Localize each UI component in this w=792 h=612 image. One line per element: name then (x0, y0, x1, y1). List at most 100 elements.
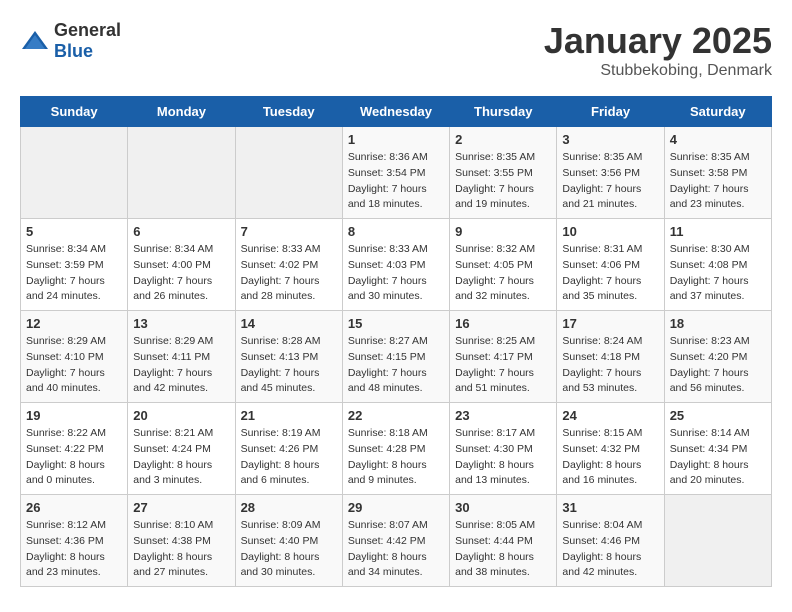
calendar-body: 1 Sunrise: 8:36 AM Sunset: 3:54 PM Daylig… (21, 127, 772, 587)
logo-general-text: General (54, 20, 121, 40)
day-info: Sunrise: 8:35 AM Sunset: 3:56 PM Dayligh… (562, 150, 658, 213)
calendar-cell: 19Sunrise: 8:22 AM Sunset: 4:22 PM Dayli… (21, 403, 128, 495)
day-info: Sunrise: 8:14 AM Sunset: 4:34 PM Dayligh… (670, 426, 766, 489)
day-info: Sunrise: 8:18 AM Sunset: 4:28 PM Dayligh… (348, 426, 444, 489)
calendar-cell: 26Sunrise: 8:12 AM Sunset: 4:36 PM Dayli… (21, 495, 128, 587)
day-info: Sunrise: 8:21 AM Sunset: 4:24 PM Dayligh… (133, 426, 229, 489)
day-info: Sunrise: 8:23 AM Sunset: 4:20 PM Dayligh… (670, 334, 766, 397)
week-row-3: 12 Sunrise: 8:29 AM Sunset: 4:10 PM Dayli… (21, 311, 772, 403)
title-block: January 2025 Stubbekobing, Denmark (544, 20, 772, 80)
day-number: 3 (562, 132, 658, 147)
day-of-week-friday: Friday (557, 97, 664, 127)
calendar-cell: 17 Sunrise: 8:24 AM Sunset: 4:18 PM Dayli… (557, 311, 664, 403)
calendar-cell: 31Sunrise: 8:04 AM Sunset: 4:46 PM Dayli… (557, 495, 664, 587)
calendar-cell: 25 Sunrise: 8:14 AM Sunset: 4:34 PM Dayli… (664, 403, 771, 495)
day-info: Sunrise: 8:31 AM Sunset: 4:06 PM Dayligh… (562, 242, 658, 305)
day-info: Sunrise: 8:35 AM Sunset: 3:55 PM Dayligh… (455, 150, 551, 213)
day-info: Sunrise: 8:29 AM Sunset: 4:11 PM Dayligh… (133, 334, 229, 397)
day-info: Sunrise: 8:09 AM Sunset: 4:40 PM Dayligh… (241, 518, 337, 581)
day-number: 18 (670, 316, 766, 331)
day-number: 15 (348, 316, 444, 331)
calendar-cell (235, 127, 342, 219)
day-info: Sunrise: 8:30 AM Sunset: 4:08 PM Dayligh… (670, 242, 766, 305)
calendar-cell: 11 Sunrise: 8:30 AM Sunset: 4:08 PM Dayli… (664, 219, 771, 311)
day-number: 2 (455, 132, 551, 147)
calendar-cell: 4 Sunrise: 8:35 AM Sunset: 3:58 PM Daylig… (664, 127, 771, 219)
day-info: Sunrise: 8:32 AM Sunset: 4:05 PM Dayligh… (455, 242, 551, 305)
day-of-week-wednesday: Wednesday (342, 97, 449, 127)
calendar-cell: 5 Sunrise: 8:34 AM Sunset: 3:59 PM Daylig… (21, 219, 128, 311)
day-number: 23 (455, 408, 551, 423)
day-info: Sunrise: 8:27 AM Sunset: 4:15 PM Dayligh… (348, 334, 444, 397)
calendar-cell: 20 Sunrise: 8:21 AM Sunset: 4:24 PM Dayli… (128, 403, 235, 495)
day-number: 4 (670, 132, 766, 147)
page-header: General Blue January 2025 Stubbekobing, … (20, 20, 772, 80)
calendar-cell (21, 127, 128, 219)
day-number: 25 (670, 408, 766, 423)
week-row-2: 5 Sunrise: 8:34 AM Sunset: 3:59 PM Daylig… (21, 219, 772, 311)
day-number: 5 (26, 224, 122, 239)
day-info: Sunrise: 8:05 AM Sunset: 4:44 PM Dayligh… (455, 518, 551, 581)
day-info: Sunrise: 8:22 AM Sunset: 4:22 PM Dayligh… (26, 426, 122, 489)
day-of-week-tuesday: Tuesday (235, 97, 342, 127)
day-of-week-saturday: Saturday (664, 97, 771, 127)
day-info: Sunrise: 8:29 AM Sunset: 4:10 PM Dayligh… (26, 334, 122, 397)
logo-blue-text: Blue (54, 41, 93, 61)
day-number: 17 (562, 316, 658, 331)
day-number: 8 (348, 224, 444, 239)
day-number: 26 (26, 500, 122, 515)
day-number: 24 (562, 408, 658, 423)
day-number: 14 (241, 316, 337, 331)
calendar-cell: 29Sunrise: 8:07 AM Sunset: 4:42 PM Dayli… (342, 495, 449, 587)
calendar-cell: 14 Sunrise: 8:28 AM Sunset: 4:13 PM Dayli… (235, 311, 342, 403)
day-info: Sunrise: 8:34 AM Sunset: 3:59 PM Dayligh… (26, 242, 122, 305)
day-info: Sunrise: 8:36 AM Sunset: 3:54 PM Dayligh… (348, 150, 444, 213)
calendar-cell: 18 Sunrise: 8:23 AM Sunset: 4:20 PM Dayli… (664, 311, 771, 403)
day-number: 1 (348, 132, 444, 147)
week-row-4: 19Sunrise: 8:22 AM Sunset: 4:22 PM Dayli… (21, 403, 772, 495)
day-number: 12 (26, 316, 122, 331)
calendar-cell: 27Sunrise: 8:10 AM Sunset: 4:38 PM Dayli… (128, 495, 235, 587)
day-number: 7 (241, 224, 337, 239)
calendar-cell: 1 Sunrise: 8:36 AM Sunset: 3:54 PM Daylig… (342, 127, 449, 219)
day-info: Sunrise: 8:25 AM Sunset: 4:17 PM Dayligh… (455, 334, 551, 397)
calendar-cell: 6 Sunrise: 8:34 AM Sunset: 4:00 PM Daylig… (128, 219, 235, 311)
calendar-title: January 2025 (544, 20, 772, 62)
calendar-cell: 7 Sunrise: 8:33 AM Sunset: 4:02 PM Daylig… (235, 219, 342, 311)
day-info: Sunrise: 8:04 AM Sunset: 4:46 PM Dayligh… (562, 518, 658, 581)
day-number: 28 (241, 500, 337, 515)
day-number: 6 (133, 224, 229, 239)
day-info: Sunrise: 8:28 AM Sunset: 4:13 PM Dayligh… (241, 334, 337, 397)
calendar-header: SundayMondayTuesdayWednesdayThursdayFrid… (21, 97, 772, 127)
week-row-1: 1 Sunrise: 8:36 AM Sunset: 3:54 PM Daylig… (21, 127, 772, 219)
day-of-week-thursday: Thursday (450, 97, 557, 127)
calendar-cell: 3 Sunrise: 8:35 AM Sunset: 3:56 PM Daylig… (557, 127, 664, 219)
day-number: 13 (133, 316, 229, 331)
day-number: 10 (562, 224, 658, 239)
day-info: Sunrise: 8:17 AM Sunset: 4:30 PM Dayligh… (455, 426, 551, 489)
day-number: 22 (348, 408, 444, 423)
calendar-cell: 9 Sunrise: 8:32 AM Sunset: 4:05 PM Daylig… (450, 219, 557, 311)
calendar-cell: 24 Sunrise: 8:15 AM Sunset: 4:32 PM Dayli… (557, 403, 664, 495)
calendar-cell: 30Sunrise: 8:05 AM Sunset: 4:44 PM Dayli… (450, 495, 557, 587)
calendar-cell: 23 Sunrise: 8:17 AM Sunset: 4:30 PM Dayli… (450, 403, 557, 495)
day-info: Sunrise: 8:34 AM Sunset: 4:00 PM Dayligh… (133, 242, 229, 305)
day-info: Sunrise: 8:33 AM Sunset: 4:02 PM Dayligh… (241, 242, 337, 305)
logo-icon (20, 29, 50, 53)
day-number: 11 (670, 224, 766, 239)
calendar-cell: 15 Sunrise: 8:27 AM Sunset: 4:15 PM Dayli… (342, 311, 449, 403)
day-info: Sunrise: 8:07 AM Sunset: 4:42 PM Dayligh… (348, 518, 444, 581)
week-row-5: 26Sunrise: 8:12 AM Sunset: 4:36 PM Dayli… (21, 495, 772, 587)
day-number: 27 (133, 500, 229, 515)
day-info: Sunrise: 8:24 AM Sunset: 4:18 PM Dayligh… (562, 334, 658, 397)
day-info: Sunrise: 8:19 AM Sunset: 4:26 PM Dayligh… (241, 426, 337, 489)
logo: General Blue (20, 20, 121, 62)
day-info: Sunrise: 8:35 AM Sunset: 3:58 PM Dayligh… (670, 150, 766, 213)
day-number: 9 (455, 224, 551, 239)
calendar-cell: 12 Sunrise: 8:29 AM Sunset: 4:10 PM Dayli… (21, 311, 128, 403)
calendar-cell (128, 127, 235, 219)
day-number: 21 (241, 408, 337, 423)
calendar-subtitle: Stubbekobing, Denmark (544, 62, 772, 80)
day-info: Sunrise: 8:15 AM Sunset: 4:32 PM Dayligh… (562, 426, 658, 489)
day-number: 20 (133, 408, 229, 423)
